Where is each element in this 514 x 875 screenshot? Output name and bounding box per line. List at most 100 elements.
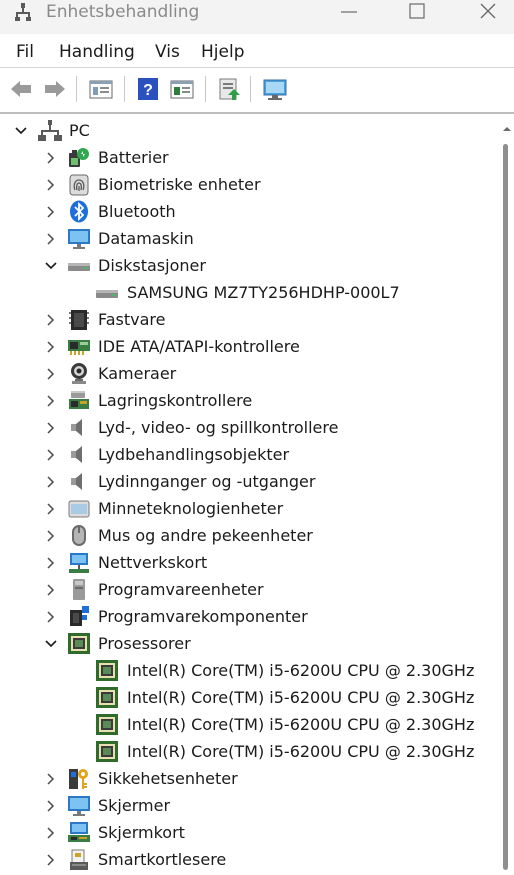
chevron-right-icon[interactable] (44, 609, 58, 623)
tree-root-pc[interactable]: PC (0, 117, 502, 144)
minimize-button[interactable] (326, 0, 372, 28)
toolbar: ? (0, 68, 514, 112)
tree-category-row[interactable]: Minneteknologienheter (0, 495, 502, 522)
menu-file[interactable]: Fil (16, 42, 34, 62)
tree-category-label: Prosessorer (98, 634, 191, 653)
maximize-button[interactable] (394, 0, 440, 28)
tree-category-label: Kameraer (98, 364, 177, 383)
chevron-right-icon[interactable] (44, 501, 58, 515)
tree-category-row[interactable]: Biometriske enheter (0, 171, 502, 198)
ide-controller-icon (67, 335, 91, 358)
tree-category-row[interactable]: Batterier (0, 144, 502, 171)
tree-device-row[interactable]: Intel(R) Core(TM) i5-6200U CPU @ 2.30GHz (0, 711, 502, 738)
chevron-right-icon[interactable] (44, 771, 58, 785)
disk-drive-icon (67, 254, 91, 277)
tree-category-label: Datamaskin (98, 229, 194, 248)
tree-category-row[interactable]: Skjermer (0, 792, 502, 819)
tree-category-row[interactable]: IDE ATA/ATAPI-kontrollere (0, 333, 502, 360)
tree-category-row[interactable]: Smartkortlesere (0, 846, 502, 873)
tree-category-label: Skjermer (98, 796, 171, 815)
chevron-right-icon[interactable] (44, 555, 58, 569)
tree-device-label: Intel(R) Core(TM) i5-6200U CPU @ 2.30GHz (127, 661, 475, 680)
chevron-down-icon[interactable] (14, 123, 28, 137)
tree-category-row[interactable]: Fastvare (0, 306, 502, 333)
computer-tree-icon (38, 119, 62, 142)
tree-category-label: Sikkehetsenheter (98, 769, 238, 788)
speaker-icon (67, 416, 91, 439)
chevron-right-icon[interactable] (44, 312, 58, 326)
chevron-right-icon[interactable] (44, 177, 58, 191)
tree-device-row[interactable]: Intel(R) Core(TM) i5-6200U CPU @ 2.30GHz (0, 684, 502, 711)
tree-category-row[interactable]: Datamaskin (0, 225, 502, 252)
chevron-right-icon[interactable] (44, 231, 58, 245)
storage-controller-icon (67, 389, 91, 412)
chevron-right-icon[interactable] (44, 852, 58, 866)
chevron-right-icon[interactable] (44, 420, 58, 434)
tree-category-row[interactable]: Bluetooth (0, 198, 502, 225)
chevron-down-icon[interactable] (44, 636, 58, 650)
properties-icon[interactable] (88, 76, 114, 102)
tree-category-label: Lydinnganger og -utganger (98, 472, 316, 491)
tree-category-row[interactable]: Lagringskontrollere (0, 387, 502, 414)
tree-device-row[interactable]: SAMSUNG MZ7TY256HDHP-000L7 (0, 279, 502, 306)
tree-category-row[interactable]: Programvarekomponenter (0, 603, 502, 630)
mouse-icon (67, 524, 91, 547)
menu-view[interactable]: Vis (155, 42, 180, 62)
chevron-right-icon[interactable] (44, 150, 58, 164)
tree-category-label: Lydbehandlingsobjekter (98, 445, 290, 464)
svg-text:?: ? (143, 82, 153, 99)
smartcard-reader-icon (67, 848, 91, 871)
chevron-right-icon[interactable] (44, 393, 58, 407)
tree-category-label: Smartkortlesere (98, 850, 227, 869)
bluetooth-icon (67, 200, 91, 223)
tree-device-row[interactable]: Intel(R) Core(TM) i5-6200U CPU @ 2.30GHz (0, 738, 502, 765)
tree-category-row[interactable]: Lyd-, video- og spillkontrollere (0, 414, 502, 441)
scan-hardware-icon[interactable] (262, 76, 288, 102)
tree-category-row[interactable]: Kameraer (0, 360, 502, 387)
tree-category-row[interactable]: Sikkehetsenheter (0, 765, 502, 792)
tree-category-row[interactable]: Nettverkskort (0, 549, 502, 576)
close-button[interactable] (465, 0, 511, 28)
chevron-right-icon[interactable] (44, 366, 58, 380)
update-driver-icon[interactable] (216, 76, 242, 102)
forward-arrow-icon[interactable] (42, 76, 68, 102)
tree-category-row[interactable]: Lydinnganger og -utganger (0, 468, 502, 495)
window-title: Enhetsbehandling (46, 2, 200, 22)
view-icon[interactable] (169, 76, 195, 102)
chevron-right-icon[interactable] (44, 582, 58, 596)
tree-category-row[interactable]: Prosessorer (0, 630, 502, 657)
help-icon[interactable]: ? (135, 76, 161, 102)
display-adapter-icon (67, 821, 91, 844)
back-arrow-icon[interactable] (8, 76, 34, 102)
chevron-right-icon[interactable] (44, 474, 58, 488)
scroll-up-arrow-icon[interactable] (501, 120, 513, 132)
toolbar-separator (250, 76, 251, 102)
tree-category-row[interactable]: Diskstasjoner (0, 252, 502, 279)
monitor-icon (67, 794, 91, 817)
processor-icon (95, 713, 119, 736)
chevron-right-icon[interactable] (44, 798, 58, 812)
tree-category-row[interactable]: Lydbehandlingsobjekter (0, 441, 502, 468)
tree-category-row[interactable]: Programvareenheter (0, 576, 502, 603)
tree-category-row[interactable]: Mus og andre pekeenheter (0, 522, 502, 549)
chevron-right-icon[interactable] (44, 825, 58, 839)
device-manager-icon (15, 3, 31, 21)
processor-icon (67, 632, 91, 655)
chevron-right-icon[interactable] (44, 447, 58, 461)
device-tree: PC Batterier Biometriske enheter Bluetooth… (0, 114, 502, 875)
tree-category-label: Programvarekomponenter (98, 607, 308, 626)
chevron-down-icon[interactable] (44, 258, 58, 272)
chevron-right-icon[interactable] (44, 528, 58, 542)
tree-device-row[interactable]: Intel(R) Core(TM) i5-6200U CPU @ 2.30GHz (0, 657, 502, 684)
menu-help[interactable]: Hjelp (201, 42, 244, 62)
chevron-right-icon[interactable] (44, 204, 58, 218)
menu-action[interactable]: Handling (59, 42, 135, 62)
chevron-right-icon[interactable] (44, 339, 58, 353)
tree-category-label: Fastvare (98, 310, 166, 329)
chip-icon (67, 308, 91, 331)
tree-device-label: Intel(R) Core(TM) i5-6200U CPU @ 2.30GHz (127, 688, 475, 707)
toolbar-separator (124, 76, 125, 102)
scrollbar-thumb[interactable] (503, 144, 508, 870)
tree-category-row[interactable]: Skjermkort (0, 819, 502, 846)
tree-category-label: Minneteknologienheter (98, 499, 284, 518)
